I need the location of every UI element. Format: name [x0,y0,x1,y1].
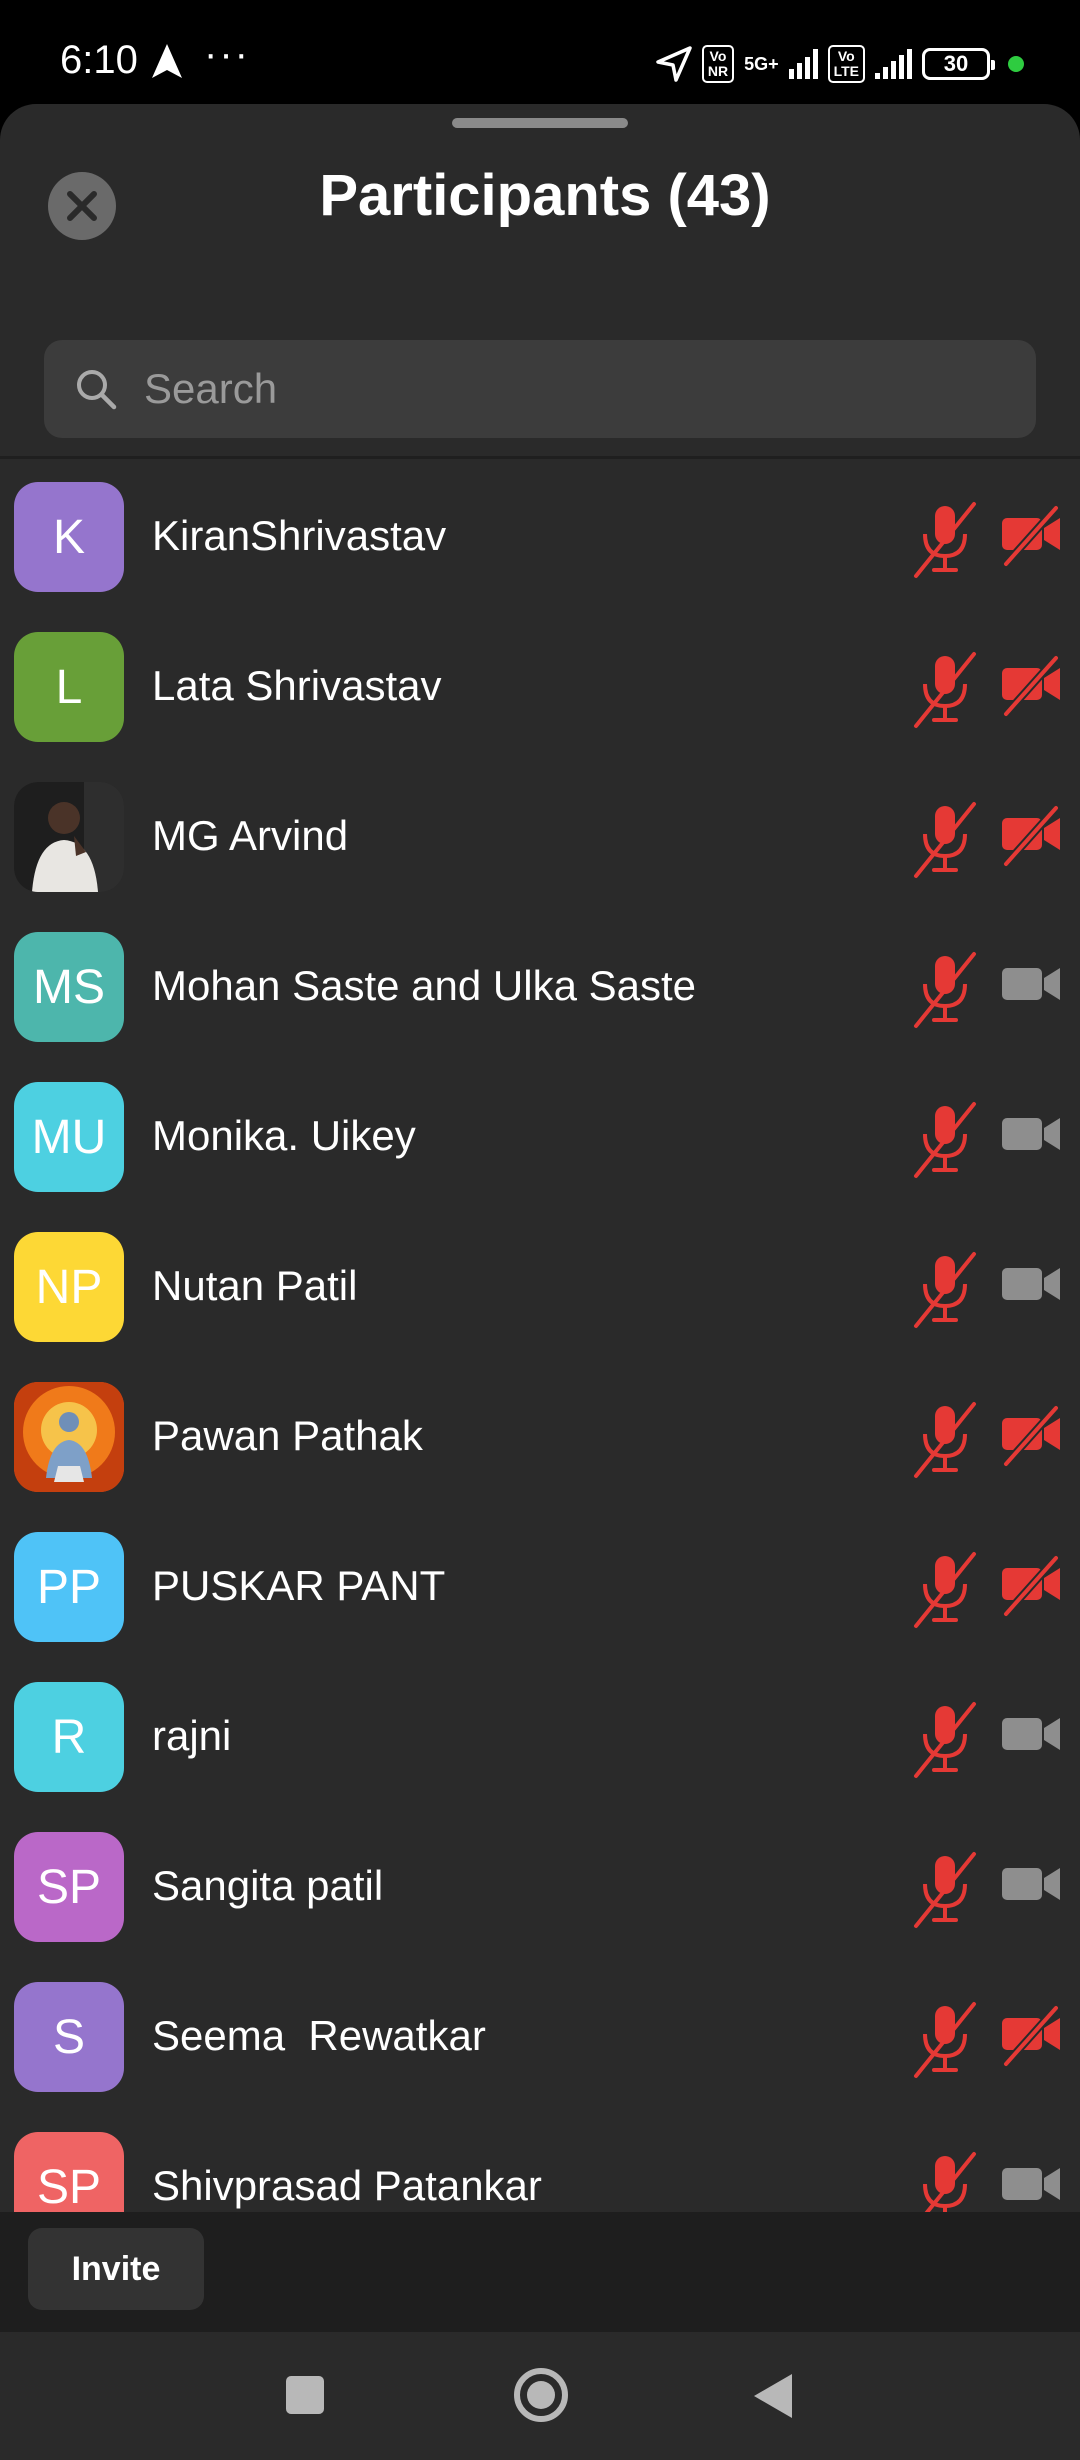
participant-name: MG Arvind [152,812,349,859]
participant-name: Mohan Saste and Ulka Saste [152,962,696,1009]
volte-badge: Vo LTE [827,45,865,83]
page-title: Participants (43) [319,163,771,228]
participant-photo-avatar [14,1382,124,1492]
video-camera-icon[interactable] [998,1854,1064,1923]
invite-button[interactable]: Invite [28,2228,204,2310]
video-camera-icon[interactable] [998,1704,1064,1773]
participant-name: Lata Shrivastav [152,662,442,709]
participant-name: Sangita patil [152,1862,384,1909]
participant-avatar: S [14,1982,124,2092]
participant-avatar: PP [14,1532,124,1642]
signal-bars-icon [788,49,818,79]
avatar-initials: L [55,660,83,714]
participant-name: Seema Rewatkar [152,2012,486,2059]
mic-muted-icon[interactable] [910,1100,980,1185]
mic-muted-icon[interactable] [910,1400,980,1485]
participant-name: Monika. Uikey [152,1112,416,1159]
avatar-initials: K [52,510,85,564]
mic-muted-icon[interactable] [910,950,980,1035]
participant-avatar: MU [14,1082,124,1192]
participant-row[interactable]: S Seema Rewatkar [0,1962,1080,2112]
mic-muted-icon[interactable] [910,1250,980,1335]
participants-sheet: Participants (43) K KiranShrivastav L Lata… [0,104,1080,2332]
search-input[interactable] [144,365,944,413]
sheet-drag-handle[interactable] [452,118,628,128]
recent-apps-button[interactable] [286,2376,324,2414]
video-off-icon[interactable] [998,804,1064,873]
video-off-icon[interactable] [998,2004,1064,2073]
mic-muted-icon[interactable] [910,1850,980,1935]
avatar-initials: S [52,2010,85,2064]
status-time: 6:10 [60,38,138,82]
avatar-initials: NP [35,1260,103,1314]
participant-avatar: K [14,482,124,592]
status-icons: Vo NR 5G+ Vo LTE 30 [656,42,1024,86]
participant-row[interactable]: NP Nutan Patil [0,1212,1080,1362]
status-bar: 6:10 ··· Vo NR 5G+ Vo LTE 30 [0,0,1080,110]
network-type: 5G+ [744,54,779,74]
vonr-badge: Vo NR [701,45,735,83]
avatar-initials: SP [36,2160,102,2214]
battery-icon: 30 [922,48,995,80]
bottom-action-bar: Invite [0,2212,1080,2332]
mic-muted-icon[interactable] [910,2000,980,2085]
mic-muted-icon[interactable] [910,1700,980,1785]
participant-name: rajni [152,1712,232,1759]
participant-row[interactable]: K KiranShrivastav [0,462,1080,612]
participant-row[interactable]: PP PUSKAR PANT [0,1512,1080,1662]
status-more-dots: ··· [204,32,250,76]
location-icon [656,46,692,82]
participant-row[interactable]: SP Sangita patil [0,1812,1080,1962]
video-off-icon[interactable] [998,1554,1064,1623]
avatar-initials: MU [31,1110,107,1164]
participant-name: Nutan Patil [152,1262,358,1309]
video-off-icon[interactable] [998,1404,1064,1473]
participant-photo-avatar [14,782,124,892]
participant-avatar: SP [14,1832,124,1942]
participant-name: PUSKAR PANT [152,1562,446,1609]
video-off-icon[interactable] [998,654,1064,723]
privacy-indicator-dot [1008,56,1024,72]
video-camera-icon[interactable] [998,954,1064,1023]
video-camera-icon[interactable] [998,1254,1064,1323]
battery-level: 30 [943,51,969,76]
mic-muted-icon[interactable] [910,800,980,885]
mic-muted-icon[interactable] [910,500,980,585]
participant-row[interactable]: Pawan Pathak [0,1362,1080,1512]
participant-avatar: L [14,632,124,742]
divider [0,456,1080,459]
participant-row[interactable]: L Lata Shrivastav [0,612,1080,762]
avatar-initials: SP [36,1860,102,1914]
participant-avatar: R [14,1682,124,1792]
back-button[interactable] [752,2372,794,2420]
participant-avatar: MS [14,932,124,1042]
mic-muted-icon[interactable] [910,1550,980,1635]
participant-row[interactable]: MS Mohan Saste and Ulka Saste [0,912,1080,1062]
system-navigation-bar [0,2332,1080,2460]
search-bar[interactable] [44,340,1036,438]
mic-muted-icon[interactable] [910,650,980,735]
participant-name: Pawan Pathak [152,1412,423,1459]
participant-list: K KiranShrivastav L Lata Shrivastav MG Arv… [0,462,1080,2262]
avatar-initials: MS [33,960,105,1014]
video-camera-icon[interactable] [998,1104,1064,1173]
home-button[interactable] [514,2368,568,2422]
navigation-arrow-icon [152,44,182,78]
avatar-initials: R [51,1710,87,1764]
participant-name: KiranShrivastav [152,512,447,559]
participant-avatar: NP [14,1232,124,1342]
signal-bars-icon-2 [875,49,912,79]
search-icon [77,370,117,410]
participant-row[interactable]: MU Monika. Uikey [0,1062,1080,1212]
participant-row[interactable]: MG Arvind [0,762,1080,912]
participant-name: Shivprasad Patankar [152,2162,542,2209]
participant-row[interactable]: Rrajni [0,1662,1080,1812]
avatar-initials: PP [36,1560,102,1614]
video-off-icon[interactable] [998,504,1064,573]
